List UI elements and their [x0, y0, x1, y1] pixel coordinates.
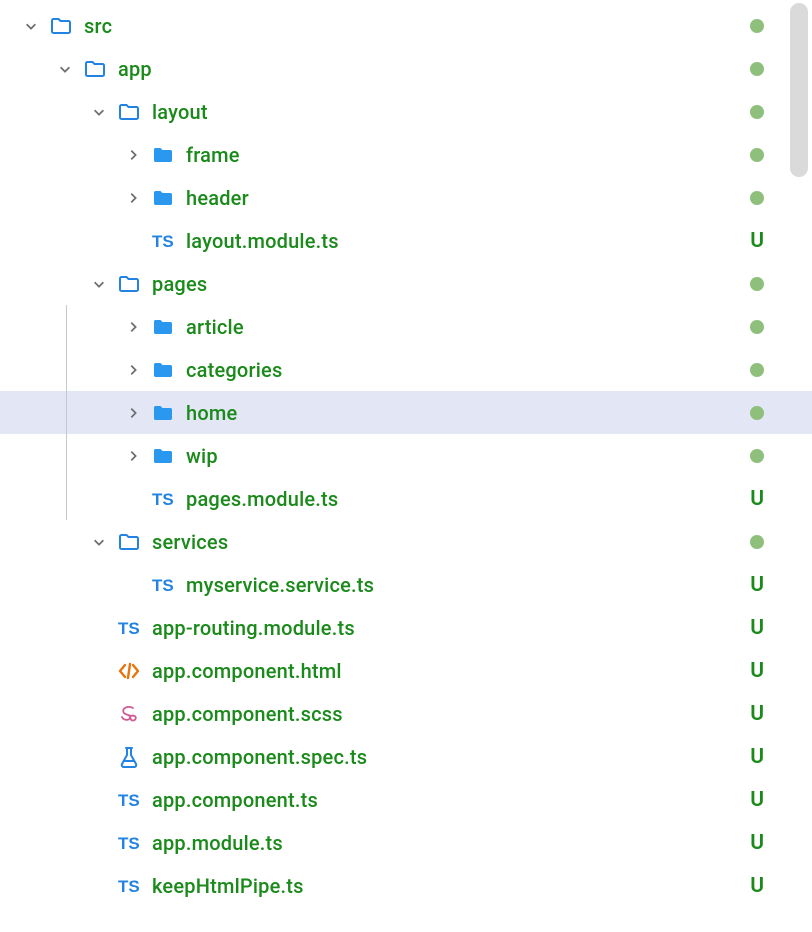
- folder-icon: [48, 13, 74, 39]
- folder-icon: [116, 529, 142, 555]
- folder-icon: [150, 400, 176, 426]
- tree-row[interactable]: src: [0, 4, 812, 47]
- git-modified-dot: [750, 449, 764, 463]
- tree-row[interactable]: app.component.ts U: [0, 778, 812, 821]
- folder-icon: [150, 185, 176, 211]
- test-file-icon: [116, 744, 142, 770]
- typescript-file-icon: [116, 787, 142, 813]
- folder-icon: [82, 56, 108, 82]
- tree-row[interactable]: pages: [0, 262, 812, 305]
- tree-item-label: app-routing.module.ts: [152, 616, 355, 640]
- chevron-right-icon[interactable]: [122, 187, 144, 209]
- git-untracked-badge: U: [750, 788, 764, 812]
- folder-icon: [116, 99, 142, 125]
- tree-row[interactable]: app: [0, 47, 812, 90]
- git-untracked-badge: U: [750, 702, 764, 726]
- folder-icon: [150, 443, 176, 469]
- git-modified-dot: [750, 535, 764, 549]
- git-untracked-badge: U: [750, 616, 764, 640]
- tree-item-label: article: [186, 315, 244, 339]
- folder-icon: [150, 314, 176, 340]
- tree-row[interactable]: wip: [0, 434, 812, 477]
- chevron-down-icon[interactable]: [88, 101, 110, 123]
- tree-item-label: app.component.spec.ts: [152, 745, 367, 769]
- git-untracked-badge: U: [750, 745, 764, 769]
- tree-item-label: keepHtmlPipe.ts: [152, 874, 304, 898]
- tree-item-label: app: [118, 57, 152, 81]
- tree-row[interactable]: app.component.spec.ts U: [0, 735, 812, 778]
- tree-row[interactable]: categories: [0, 348, 812, 391]
- git-untracked-badge: U: [750, 229, 764, 253]
- tree-item-label: services: [152, 530, 228, 554]
- tree-row[interactable]: home: [0, 391, 812, 434]
- scss-file-icon: [116, 701, 142, 727]
- tree-item-label: pages: [152, 272, 207, 296]
- folder-icon: [116, 271, 142, 297]
- typescript-file-icon: [150, 228, 176, 254]
- tree-item-label: home: [186, 401, 237, 425]
- git-untracked-badge: U: [750, 659, 764, 683]
- chevron-down-icon[interactable]: [88, 531, 110, 553]
- chevron-right-icon[interactable]: [122, 144, 144, 166]
- git-untracked-badge: U: [750, 487, 764, 511]
- git-modified-dot: [750, 320, 764, 334]
- tree-item-label: frame: [186, 143, 240, 167]
- tree-row[interactable]: layout.module.ts U: [0, 219, 812, 262]
- tree-item-label: layout: [152, 100, 208, 124]
- tree-item-label: app.component.scss: [152, 702, 343, 726]
- tree-row[interactable]: app.component.scss U: [0, 692, 812, 735]
- tree-row[interactable]: frame: [0, 133, 812, 176]
- git-untracked-badge: U: [750, 874, 764, 898]
- git-untracked-badge: U: [750, 831, 764, 855]
- chevron-down-icon[interactable]: [54, 58, 76, 80]
- git-modified-dot: [750, 277, 764, 291]
- tree-row[interactable]: header: [0, 176, 812, 219]
- chevron-down-icon[interactable]: [88, 273, 110, 295]
- chevron-right-icon[interactable]: [122, 316, 144, 338]
- tree-item-label: pages.module.ts: [186, 487, 338, 511]
- git-modified-dot: [750, 105, 764, 119]
- typescript-file-icon: [116, 615, 142, 641]
- tree-item-label: myservice.service.ts: [186, 573, 374, 597]
- tree-row[interactable]: app-routing.module.ts U: [0, 606, 812, 649]
- tree-row[interactable]: app.module.ts U: [0, 821, 812, 864]
- git-untracked-badge: U: [750, 573, 764, 597]
- tree-row[interactable]: services: [0, 520, 812, 563]
- git-modified-dot: [750, 363, 764, 377]
- tree-row[interactable]: article: [0, 305, 812, 348]
- tree-item-label: app.component.ts: [152, 788, 318, 812]
- tree-item-label: src: [84, 14, 112, 38]
- git-modified-dot: [750, 19, 764, 33]
- git-modified-dot: [750, 406, 764, 420]
- chevron-right-icon[interactable]: [122, 359, 144, 381]
- tree-item-label: categories: [186, 358, 282, 382]
- tree-item-label: layout.module.ts: [186, 229, 339, 253]
- git-modified-dot: [750, 62, 764, 76]
- file-tree: srcapplayout frame header layout.module.ts U…: [0, 0, 812, 907]
- folder-icon: [150, 357, 176, 383]
- chevron-right-icon[interactable]: [122, 402, 144, 424]
- folder-icon: [150, 142, 176, 168]
- tree-item-label: header: [186, 186, 249, 210]
- chevron-down-icon[interactable]: [20, 15, 42, 37]
- tree-row[interactable]: myservice.service.ts U: [0, 563, 812, 606]
- tree-item-label: app.module.ts: [152, 831, 283, 855]
- tree-row[interactable]: keepHtmlPipe.ts U: [0, 864, 812, 907]
- typescript-file-icon: [116, 830, 142, 856]
- tree-item-label: wip: [186, 444, 218, 468]
- typescript-file-icon: [116, 873, 142, 899]
- typescript-file-icon: [150, 572, 176, 598]
- scrollbar[interactable]: [790, 3, 808, 177]
- chevron-right-icon[interactable]: [122, 445, 144, 467]
- html-file-icon: [116, 658, 142, 684]
- git-modified-dot: [750, 191, 764, 205]
- tree-row[interactable]: pages.module.ts U: [0, 477, 812, 520]
- tree-item-label: app.component.html: [152, 659, 342, 683]
- typescript-file-icon: [150, 486, 176, 512]
- tree-row[interactable]: layout: [0, 90, 812, 133]
- git-modified-dot: [750, 148, 764, 162]
- tree-row[interactable]: app.component.html U: [0, 649, 812, 692]
